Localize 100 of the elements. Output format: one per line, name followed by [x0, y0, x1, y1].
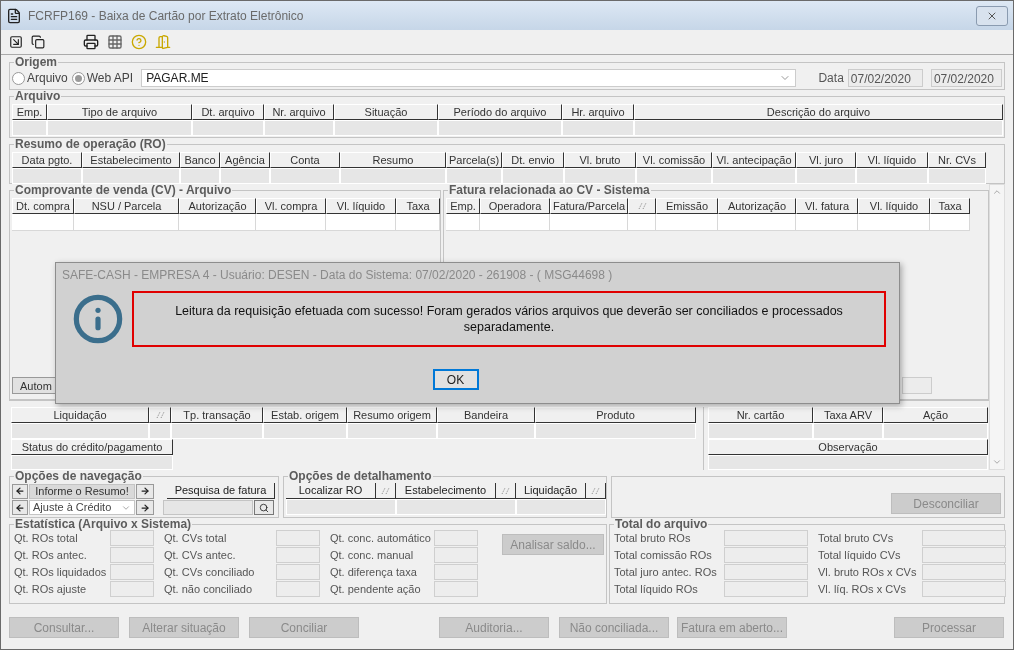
slash-icon	[501, 486, 510, 495]
column-header[interactable]: Descrição do arquivo	[634, 104, 1003, 120]
table-cell	[856, 168, 928, 184]
column-header[interactable]: Nr. cartão	[708, 407, 813, 423]
column-header[interactable]: Vl. antecipação	[712, 152, 796, 168]
next-button[interactable]	[136, 483, 154, 499]
radio-option[interactable]: Web API	[71, 69, 134, 87]
search-field[interactable]	[163, 500, 253, 515]
previous-button[interactable]	[12, 500, 28, 515]
column-header[interactable]: Resumo origem	[347, 407, 437, 423]
document-icon	[6, 7, 22, 24]
column-header[interactable]: Emp.	[446, 198, 480, 214]
date-field[interactable]: 07/02/2020	[930, 69, 1002, 87]
next-button[interactable]	[136, 500, 154, 515]
column-header[interactable]	[376, 483, 396, 499]
column-header[interactable]: Hr. arquivo	[562, 104, 634, 120]
stat-label: Total líquido ROs	[614, 581, 699, 597]
arrow-left-icon	[15, 502, 25, 513]
column-header[interactable]	[496, 483, 516, 499]
arrow-right-icon	[140, 486, 150, 496]
column-header[interactable]: Data pgto.	[12, 152, 82, 168]
column-header[interactable]: Dt. compra	[12, 198, 74, 214]
column-header[interactable]: Banco	[180, 152, 220, 168]
column-header[interactable]: Parcela(s)	[446, 152, 502, 168]
column-header[interactable]: Taxa ARV	[813, 407, 883, 423]
slash-icon	[637, 202, 647, 210]
column-header[interactable]: Fatura/Parcela	[550, 198, 628, 214]
column-header[interactable]	[586, 483, 606, 499]
column-header[interactable]: Produto	[535, 407, 696, 423]
column-header[interactable]: Observação	[708, 439, 988, 455]
arrow-box-icon[interactable]	[9, 35, 23, 49]
stat-field	[434, 547, 478, 563]
column-header[interactable]: Taxa	[930, 198, 970, 214]
chevron-down-icon	[992, 457, 1002, 467]
column-header[interactable]: Emissão	[656, 198, 718, 214]
column-header[interactable]: Dt. envio	[502, 152, 564, 168]
column-header[interactable]: Status do crédito/pagamento	[11, 439, 173, 455]
group-title: Origem	[14, 56, 58, 68]
column-header[interactable]: Liquidação	[516, 483, 586, 499]
column-header[interactable]: Autorização	[179, 198, 256, 214]
previous-button[interactable]	[12, 483, 28, 499]
chevron-up-icon	[992, 187, 1002, 197]
column-header[interactable]: Localizar RO	[286, 483, 376, 499]
search-icon	[259, 502, 269, 513]
column-header[interactable]: Vl. líquido	[856, 152, 928, 168]
select-field[interactable]: Ajuste à Crédito	[29, 500, 135, 515]
printer-icon[interactable]	[83, 34, 99, 50]
dialog-message: Leitura da requisição efetuada com sucesso! Foram gerados vários arquivos que deverão ser conciliados e processados separadamente.	[132, 291, 886, 347]
column-header[interactable]: Estab. origem	[263, 407, 347, 423]
column-header[interactable]: Liquidação	[11, 407, 149, 423]
search-button[interactable]	[254, 500, 274, 515]
column-header[interactable]: Situação	[334, 104, 438, 120]
column-header[interactable]: Vl. comissão	[636, 152, 712, 168]
slash-icon	[381, 486, 390, 495]
column-header[interactable]: Autorização	[718, 198, 796, 214]
column-header[interactable]: Pesquisa de fatura	[167, 483, 275, 499]
table-cell	[396, 214, 440, 231]
table-cell	[930, 214, 970, 231]
column-header[interactable]: Resumo	[340, 152, 446, 168]
column-header[interactable]: Vl. juro	[796, 152, 856, 168]
table-cell	[564, 168, 636, 184]
arrow-left-icon	[15, 486, 25, 496]
column-header[interactable]: Ação	[883, 407, 988, 423]
column-header[interactable]: Operadora	[480, 198, 550, 214]
radio-option[interactable]: Arquivo	[12, 69, 68, 87]
column-header[interactable]: Período do arquivo	[438, 104, 562, 120]
group-title: Opções de detalhamento	[288, 470, 433, 482]
column-header[interactable]: NSU / Parcela	[74, 198, 179, 214]
column-header[interactable]: Agência	[220, 152, 270, 168]
group-title: Arquivo	[14, 90, 62, 102]
date-field[interactable]: 07/02/2020	[847, 69, 923, 87]
slash-icon	[155, 411, 165, 419]
column-header[interactable]: Bandeira	[437, 407, 535, 423]
windows-icon[interactable]	[31, 35, 45, 49]
source-select[interactable]: PAGAR.ME	[141, 69, 797, 87]
column-header[interactable]: Vl. bruto	[564, 152, 636, 168]
ok-button[interactable]: OK	[432, 369, 479, 390]
column-header[interactable]: Estabelecimento	[396, 483, 496, 499]
column-header[interactable]: Conta	[270, 152, 340, 168]
column-header[interactable]: Dt. arquivo	[192, 104, 264, 120]
stat-field	[110, 530, 154, 546]
column-header[interactable]: Vl. líquido	[858, 198, 930, 214]
column-header[interactable]: Nr. CVs	[928, 152, 986, 168]
group-title: Estatística (Arquivo x Sistema)	[14, 518, 193, 530]
stat-label: Qt. CVs antec.	[164, 547, 237, 563]
column-header[interactable]: Nr. arquivo	[264, 104, 334, 120]
group-title: Resumo de operação (RO)	[14, 138, 167, 150]
input-field[interactable]	[902, 377, 932, 394]
column-header[interactable]: Tp. transação	[171, 407, 263, 423]
column-header[interactable]: Vl. fatura	[796, 198, 858, 214]
column-header[interactable]: Tipo de arquivo	[47, 104, 192, 120]
column-header[interactable]: Taxa	[396, 198, 440, 214]
scrollbar[interactable]	[989, 184, 1005, 470]
column-header[interactable]: Vl. compra	[256, 198, 326, 214]
column-header[interactable]: Estabelecimento	[82, 152, 180, 168]
column-header[interactable]: Vl. líquido	[326, 198, 396, 214]
table-cell	[270, 168, 340, 184]
column-header[interactable]: Emp.	[12, 104, 47, 120]
stat-label: Qt. ROs liquidados	[14, 564, 108, 580]
stat-label: Vl. bruto ROs x CVs	[818, 564, 918, 580]
